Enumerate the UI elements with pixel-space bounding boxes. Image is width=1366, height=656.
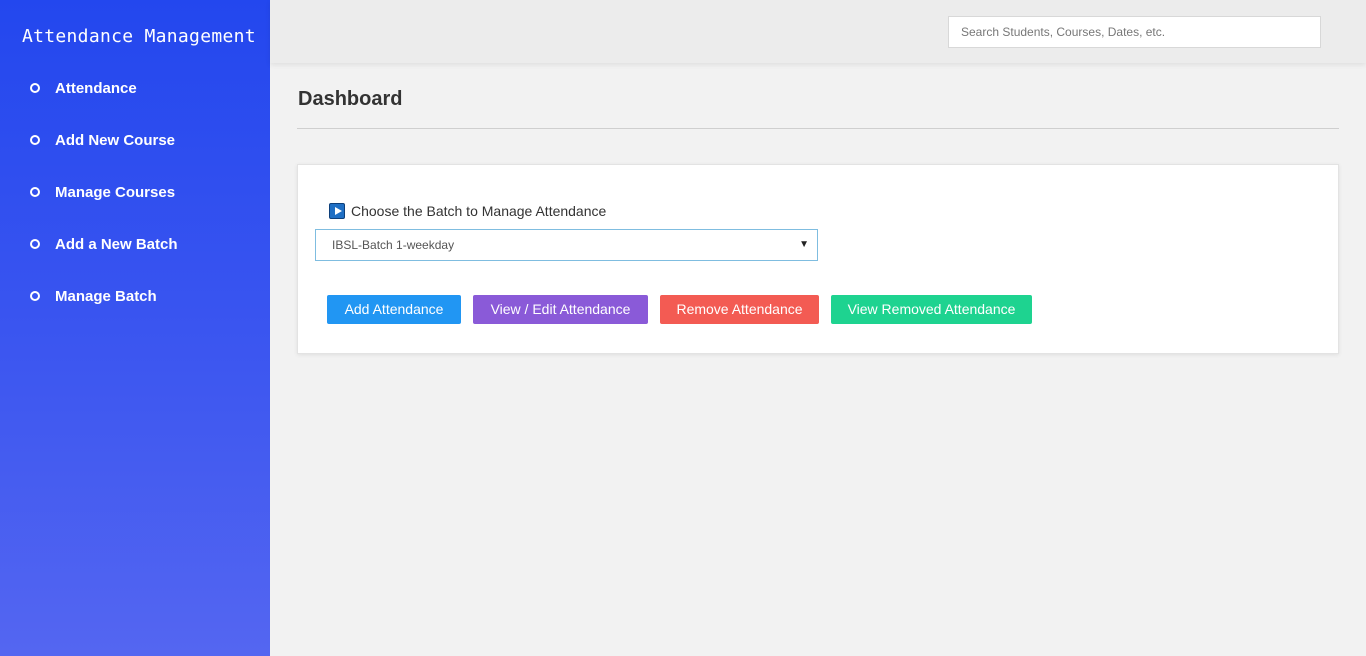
sidebar-item-add-new-batch[interactable]: Add a New Batch	[0, 218, 270, 270]
batch-select-value: IBSL-Batch 1-weekday	[332, 238, 455, 252]
sidebar-item-label: Add New Course	[55, 131, 176, 149]
sidebar-item-label: Attendance	[55, 79, 137, 97]
search-input[interactable]	[948, 16, 1321, 48]
sidebar-item-add-new-course[interactable]: Add New Course	[0, 114, 270, 166]
sidebar-nav: Attendance Add New Course Manage Courses…	[0, 62, 270, 322]
circle-bullet-icon	[30, 135, 40, 145]
dropdown-arrow-icon: ▼	[799, 239, 809, 250]
batch-select[interactable]: IBSL-Batch 1-weekday ▼	[315, 229, 818, 261]
view-removed-attendance-button[interactable]: View Removed Attendance	[831, 295, 1032, 324]
view-edit-attendance-button[interactable]: View / Edit Attendance	[473, 295, 648, 324]
circle-bullet-icon	[30, 83, 40, 93]
page-title: Dashboard	[298, 88, 403, 110]
add-attendance-button[interactable]: Add Attendance	[327, 295, 461, 324]
batch-select-label-text: Choose the Batch to Manage Attendance	[351, 203, 607, 219]
sidebar-item-label: Manage Batch	[55, 287, 157, 305]
circle-bullet-icon	[30, 291, 40, 301]
sidebar: Attendance Management Attendance Add New…	[0, 0, 270, 656]
circle-bullet-icon	[30, 187, 40, 197]
app-title: Attendance Management	[22, 26, 256, 47]
sidebar-item-label: Manage Courses	[55, 183, 176, 201]
top-bar	[270, 0, 1366, 63]
sidebar-item-attendance[interactable]: Attendance	[0, 62, 270, 114]
title-divider	[297, 128, 1339, 129]
sidebar-item-manage-batch[interactable]: Manage Batch	[0, 270, 270, 322]
play-icon	[329, 203, 345, 219]
attendance-card: Choose the Batch to Manage Attendance IB…	[297, 164, 1339, 354]
sidebar-item-manage-courses[interactable]: Manage Courses	[0, 166, 270, 218]
remove-attendance-button[interactable]: Remove Attendance	[660, 295, 819, 324]
sidebar-item-label: Add a New Batch	[55, 235, 178, 253]
circle-bullet-icon	[30, 239, 40, 249]
batch-select-label: Choose the Batch to Manage Attendance	[329, 203, 606, 219]
